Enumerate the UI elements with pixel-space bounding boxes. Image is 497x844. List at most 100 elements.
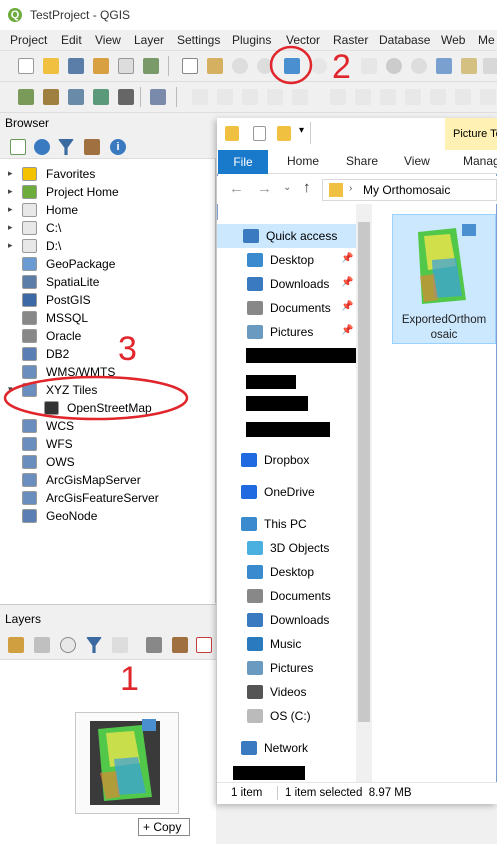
copy-features-icon[interactable] [405, 89, 421, 105]
nav-item[interactable]: This PC [217, 512, 372, 536]
filter-legend-icon[interactable] [86, 637, 102, 653]
visibility-eye-icon[interactable] [60, 637, 76, 653]
edit-pencil-icon[interactable] [192, 89, 208, 105]
pan-hand-icon[interactable] [182, 58, 198, 74]
browser-item[interactable]: ArcGisFeatureServer [0, 489, 216, 507]
refresh-icon[interactable] [483, 58, 497, 74]
collapse-all-icon[interactable] [84, 139, 100, 155]
cut-icon[interactable] [380, 89, 396, 105]
collapse-all-layers-icon[interactable] [172, 637, 188, 653]
file-name[interactable]: ExportedOrthom osaic [394, 313, 494, 343]
nav-item[interactable]: Pictures 📌 [217, 320, 372, 344]
bookmarks-icon[interactable] [461, 58, 477, 74]
breadcrumb-chevron-icon[interactable]: › [349, 183, 352, 194]
address-bar[interactable]: › My Orthomosaic [322, 179, 497, 201]
redo-icon[interactable] [480, 89, 496, 105]
style-manager-icon[interactable] [143, 58, 159, 74]
filter-icon[interactable] [58, 139, 74, 155]
nav-item[interactable]: Downloads 📌 [217, 272, 372, 296]
menu-web[interactable]: Web [441, 33, 465, 47]
menu-raster[interactable]: Raster [333, 33, 368, 47]
browser-item[interactable]: PostGIS [0, 291, 216, 309]
menu-view[interactable]: View [95, 33, 121, 47]
browser-item[interactable]: ▸ Favorites [0, 165, 216, 183]
nav-item[interactable]: Music [217, 632, 372, 656]
nav-item[interactable]: OneDrive [217, 480, 372, 504]
menu-layer[interactable]: Layer [134, 33, 164, 47]
info-icon[interactable]: i [110, 139, 126, 155]
nav-item[interactable]: Network [217, 736, 372, 760]
add-delimited-text-icon[interactable] [68, 89, 84, 105]
menu-database[interactable]: Database [379, 33, 430, 47]
picture-tools-tab[interactable]: Picture To [445, 118, 497, 150]
nav-item[interactable]: 3D Objects [217, 536, 372, 560]
zoom-in-icon[interactable] [232, 58, 248, 74]
collapsed-arrow-icon[interactable]: ▸ [8, 204, 13, 215]
delete-icon[interactable] [355, 89, 371, 105]
zoom-native-icon[interactable] [386, 58, 402, 74]
browser-item[interactable]: OWS [0, 453, 216, 471]
browser-item[interactable]: ArcGisMapServer [0, 471, 216, 489]
undo-icon[interactable] [455, 89, 471, 105]
ribbon-tab-manage[interactable]: Manag [463, 154, 497, 168]
quick-access-dropdown-icon[interactable]: ▾ [299, 125, 304, 136]
browser-item[interactable]: ▸ C:\ [0, 219, 216, 237]
nav-item[interactable]: Documents [217, 584, 372, 608]
forward-arrow-icon[interactable]: → [257, 180, 272, 197]
zoom-last-icon[interactable] [411, 58, 427, 74]
move-feature-icon[interactable] [292, 89, 308, 105]
nav-item[interactable]: Documents 📌 [217, 296, 372, 320]
up-arrow-icon[interactable]: ↑ [303, 179, 311, 196]
properties-icon[interactable] [253, 126, 266, 141]
paste-features-icon[interactable] [430, 89, 446, 105]
add-selected-layers-icon[interactable] [10, 139, 26, 155]
ribbon-tab-file[interactable]: File [218, 150, 268, 174]
new-map-view-icon[interactable] [436, 58, 452, 74]
collapsed-arrow-icon[interactable]: ▸ [8, 168, 13, 179]
ribbon-tab-home[interactable]: Home [287, 154, 319, 168]
new-project-icon[interactable] [18, 58, 34, 74]
recent-locations-chevron-icon[interactable]: ⌄ [283, 182, 291, 193]
nav-item[interactable]: Videos [217, 680, 372, 704]
digitize-icon[interactable] [93, 89, 109, 105]
nav-item[interactable]: Desktop [217, 560, 372, 584]
browser-item[interactable]: Oracle [0, 327, 216, 345]
collapsed-arrow-icon[interactable]: ▸ [8, 222, 13, 233]
collapsed-arrow-icon[interactable]: ▸ [8, 186, 13, 197]
nav-item[interactable]: Quick access [217, 224, 372, 248]
menu-more[interactable]: Me [478, 33, 495, 47]
browser-item[interactable]: DB2 [0, 345, 216, 363]
browser-item[interactable]: ▸ Project Home [0, 183, 216, 201]
ribbon-tab-share[interactable]: Share [346, 154, 378, 168]
menu-plugins[interactable]: Plugins [232, 33, 271, 47]
add-feature-icon[interactable] [242, 89, 258, 105]
menu-settings[interactable]: Settings [177, 33, 220, 47]
save-as-icon[interactable] [93, 58, 109, 74]
remove-layer-icon[interactable] [196, 637, 212, 653]
browser-item[interactable]: SpatiaLite [0, 273, 216, 291]
open-project-icon[interactable] [43, 58, 59, 74]
browser-item[interactable]: MSSQL [0, 309, 216, 327]
browser-item[interactable]: GeoPackage [0, 255, 216, 273]
nav-item[interactable]: Desktop 📌 [217, 248, 372, 272]
collapsed-arrow-icon[interactable]: ▸ [8, 240, 13, 251]
save-project-icon[interactable] [68, 58, 84, 74]
nav-item[interactable]: Pictures [217, 656, 372, 680]
toggle-edit-icon[interactable] [217, 89, 233, 105]
address-path[interactable]: My Orthomosaic [363, 183, 450, 197]
print-layout-icon[interactable] [118, 58, 134, 74]
zoom-layer-icon[interactable] [361, 58, 377, 74]
add-raster-icon[interactable] [43, 89, 59, 105]
expand-all-icon[interactable] [146, 637, 162, 653]
menu-project[interactable]: Project [10, 33, 47, 47]
gps-icon[interactable] [118, 89, 134, 105]
ribbon-tab-view[interactable]: View [404, 154, 430, 168]
style-brush-icon[interactable] [8, 637, 24, 653]
browser-item[interactable]: ▸ Home [0, 201, 216, 219]
refresh-icon[interactable] [34, 139, 50, 155]
new-folder-icon[interactable] [277, 126, 291, 141]
add-group-icon[interactable] [34, 637, 50, 653]
navigation-scroll-thumb[interactable] [358, 222, 370, 722]
nav-item[interactable]: Downloads [217, 608, 372, 632]
filter-expression-icon[interactable] [112, 637, 128, 653]
